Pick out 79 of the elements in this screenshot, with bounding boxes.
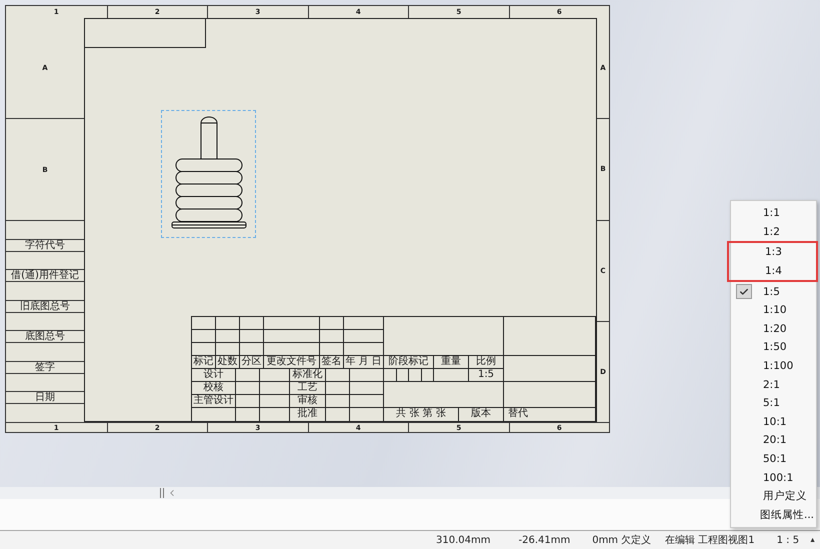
title-block-label: 审核 [290,395,326,408]
side-table-label: 底图总号 [6,330,84,344]
status-y-coordinate: -26.41mm [518,534,570,546]
drawing-view[interactable] [161,110,256,238]
title-block-cell [326,369,350,382]
status-z-coordinate: 0mm [592,534,618,546]
title-block-cell [260,382,290,395]
scale-menu-item[interactable]: 100:1 [733,468,814,487]
scale-menu-item[interactable]: 5:1 [733,394,814,413]
side-table-label: 签字 [6,360,84,374]
scale-menu-item[interactable]: 1:10 [733,300,814,320]
title-block-label: 重量 [434,356,469,369]
title-block-label: 标记 [192,356,216,369]
check-icon [739,286,749,297]
title-block-cell [236,395,260,408]
title-block-label: 阶段标记 [384,356,434,369]
title-block-cell [350,395,384,408]
status-scale[interactable]: 1 : 5 [776,534,800,546]
title-block-label: 分区 [240,356,264,369]
title-block-cell [264,330,320,343]
title-block-label: 版本 [459,408,504,421]
status-x-coordinate: 310.04mm [436,534,490,546]
scale-menu-item[interactable]: 10:1 [733,412,814,432]
title-block-cell [350,382,384,395]
title-block-label: 标准化 [290,369,326,382]
status-edit-mode: 在编辑 工程图视图1 [665,534,755,547]
scrollbar-splitter[interactable] [160,488,164,498]
side-table-label: 日期 [6,391,84,404]
scale-menu-item[interactable]: 图纸属性... [733,506,814,524]
scale-menu-item[interactable]: 1:20 [733,320,814,338]
title-block-cell [216,343,240,356]
scale-menu-item[interactable]: 1:3 [735,243,812,262]
title-block-cell [326,382,350,395]
title-block-cell [384,369,396,382]
title-block-label: 处数 [216,356,240,369]
title-block-label: 签名 [320,356,344,369]
scale-menu-item[interactable]: 1:5 [733,282,814,301]
scale-menu-item[interactable]: 20:1 [733,431,814,450]
scale-value: 1:5 [469,369,504,382]
title-block-cell [240,343,264,356]
title-block-label: 替代 [504,408,596,421]
title-block-cell [326,395,350,408]
scale-menu-item[interactable]: 1:100 [733,356,814,376]
side-table-label: 旧底图总号 [6,300,84,313]
scale-menu-item[interactable]: 1:1 [733,204,814,223]
scale-menu-item[interactable]: 用户定义 [733,486,814,506]
status-definition: 欠定义 [621,534,652,547]
title-block-cell [320,330,344,343]
title-block-label: 校核 [192,382,236,395]
title-block-label: 更改文件号 [264,356,320,369]
title-block-label: 共 张 第 张 [384,408,459,421]
scale-menu-item[interactable]: 1:50 [733,338,814,357]
title-block-cell [344,330,384,343]
title-block-label: 比例 [469,356,504,369]
scale-menu-item[interactable]: 1:2 [733,222,814,242]
title-block-cell [236,382,260,395]
title-block-label: 主管设计 [192,395,236,408]
title-block-cell [260,369,290,382]
title-block-label: 工艺 [290,382,326,395]
title-block-cell [264,343,320,356]
title-block-cell [344,343,384,356]
title-block-cell [422,369,434,382]
side-table-label: 借(通)用件登记 [6,269,84,282]
title-block-cell [240,330,264,343]
title-block-label: 年 月 日 [344,356,384,369]
title-block-cell [350,369,384,382]
title-block-cell [236,369,260,382]
title-block-cell [409,369,422,382]
scale-menu-item[interactable]: 1:4 [735,262,812,280]
title-block-label: 批准 [290,408,326,421]
title-block-cell [434,369,469,382]
title-block-cell [216,330,240,343]
title-block-cell [320,343,344,356]
side-table-label: 字符代号 [6,238,84,252]
scale-menu-item[interactable]: 50:1 [733,450,814,468]
title-block-cell [396,369,409,382]
title-block-cell [260,395,290,408]
scale-menu-item[interactable]: 2:1 [733,375,814,394]
title-block-label: 设计 [192,369,236,382]
